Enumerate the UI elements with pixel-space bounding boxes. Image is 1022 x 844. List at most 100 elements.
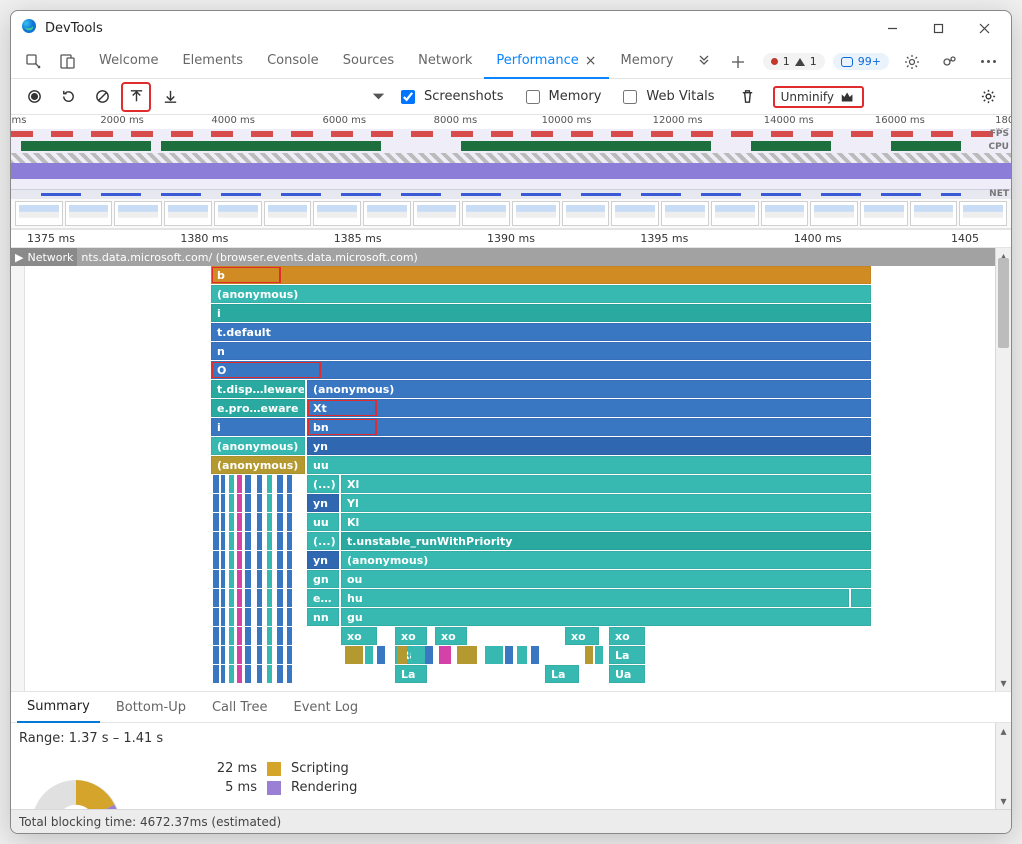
flame-bar[interactable]	[397, 646, 407, 664]
flame-bar[interactable]: i	[211, 304, 871, 322]
filmstrip-frame[interactable]	[114, 201, 162, 226]
minimize-button[interactable]	[869, 12, 915, 44]
flame-bar[interactable]: b	[211, 266, 871, 284]
flame-bar[interactable]: e…	[307, 589, 339, 607]
feedback-icon[interactable]	[935, 47, 965, 77]
filmstrip-frame[interactable]	[711, 201, 759, 226]
flame-bar[interactable]: uu	[307, 513, 339, 531]
flame-bar[interactable]: (anonymous)	[211, 456, 305, 474]
flame-bar[interactable]	[851, 589, 871, 607]
flame-bar[interactable]: t.default	[211, 323, 871, 341]
flame-bar[interactable]: Xl	[341, 475, 871, 493]
webvitals-checkbox[interactable]: Web Vitals	[619, 87, 714, 107]
flame-bar[interactable]: hu	[341, 589, 849, 607]
flame-bar[interactable]: n	[211, 342, 871, 360]
filmstrip-frame[interactable]	[661, 201, 709, 226]
messages-badge[interactable]: 99+	[833, 53, 889, 70]
flame-bar[interactable]: t.unstable_runWithPriority	[341, 532, 871, 550]
close-button[interactable]	[961, 12, 1007, 44]
new-tab-icon[interactable]	[723, 47, 753, 77]
flame-bar[interactable]: t.disp…leware	[211, 380, 305, 398]
details-tab-call-tree[interactable]: Call Tree	[202, 691, 278, 723]
flame-bar[interactable]: La	[609, 646, 645, 664]
flame-bar[interactable]: xo	[341, 627, 377, 645]
capture-settings-dropdown-icon[interactable]	[363, 82, 393, 112]
filmstrip-frame[interactable]	[214, 201, 262, 226]
flame-scrollbar[interactable]: ▴ ▾	[995, 248, 1011, 691]
tab-performance[interactable]: Performance×	[484, 45, 608, 79]
more-tabs-icon[interactable]	[689, 47, 719, 77]
detail-timeline-ruler[interactable]: 1375 ms1380 ms1385 ms1390 ms1395 ms1400 …	[11, 230, 1011, 248]
filmstrip-frame[interactable]	[512, 201, 560, 226]
flame-bar[interactable]: Yl	[341, 494, 871, 512]
filmstrip-frame[interactable]	[910, 201, 958, 226]
flame-bar[interactable]: gn	[307, 570, 339, 588]
flame-bar[interactable]	[345, 646, 363, 664]
filmstrip-frame[interactable]	[264, 201, 312, 226]
flame-bar[interactable]: (...)	[307, 532, 339, 550]
filmstrip-frame[interactable]	[611, 201, 659, 226]
flame-bar[interactable]: (...)	[307, 475, 339, 493]
flame-bar[interactable]	[531, 646, 539, 664]
maximize-button[interactable]	[915, 12, 961, 44]
filmstrip-frame[interactable]	[313, 201, 361, 226]
filmstrip-frame[interactable]	[363, 201, 411, 226]
filmstrip-frame[interactable]	[462, 201, 510, 226]
record-button[interactable]	[19, 82, 49, 112]
capture-settings-gear-icon[interactable]	[973, 82, 1003, 112]
filmstrip-frame[interactable]	[959, 201, 1007, 226]
flame-bar[interactable]: (anonymous)	[341, 551, 871, 569]
filmstrip-frame[interactable]	[562, 201, 610, 226]
clear-button[interactable]	[87, 82, 117, 112]
reload-record-button[interactable]	[53, 82, 83, 112]
flame-bar[interactable]: xo	[565, 627, 599, 645]
flame-bar[interactable]: xo	[435, 627, 467, 645]
flame-bar[interactable]: nn	[307, 608, 339, 626]
load-profile-button[interactable]	[121, 82, 151, 112]
filmstrip-frame[interactable]	[15, 201, 63, 226]
flame-bar[interactable]	[595, 646, 603, 664]
filmstrip-frame[interactable]	[761, 201, 809, 226]
flame-bar[interactable]: (anonymous)	[307, 380, 871, 398]
screenshots-checkbox[interactable]: Screenshots	[397, 87, 504, 107]
device-emulation-icon[interactable]	[53, 47, 83, 77]
flame-bar[interactable]	[457, 646, 477, 664]
flame-bar[interactable]: Xt	[307, 399, 871, 417]
details-tab-summary[interactable]: Summary	[17, 691, 100, 723]
filmstrip-frame[interactable]	[860, 201, 908, 226]
delete-button[interactable]	[733, 82, 763, 112]
flame-bar[interactable]	[585, 646, 593, 664]
details-tab-event-log[interactable]: Event Log	[283, 691, 368, 723]
flame-bar[interactable]: xo	[395, 627, 427, 645]
filmstrip-frame[interactable]	[65, 201, 113, 226]
flame-bar[interactable]	[517, 646, 527, 664]
more-options-icon[interactable]	[973, 47, 1003, 77]
flame-bar[interactable]: xo	[609, 627, 645, 645]
flame-bar[interactable]: La	[545, 665, 579, 683]
flame-bar[interactable]	[505, 646, 513, 664]
flame-bar[interactable]: bn	[307, 418, 871, 436]
issues-badge[interactable]: 1 1	[763, 53, 825, 70]
inspect-element-icon[interactable]	[19, 47, 49, 77]
flame-bar[interactable]: yn	[307, 494, 339, 512]
memory-checkbox[interactable]: Memory	[522, 87, 602, 107]
save-profile-button[interactable]	[155, 82, 185, 112]
details-tab-bottom-up[interactable]: Bottom-Up	[106, 691, 196, 723]
flame-bar[interactable]	[365, 646, 373, 664]
flame-bar[interactable]: gu	[341, 608, 871, 626]
close-tab-icon[interactable]: ×	[585, 53, 597, 69]
filmstrip-frame[interactable]	[164, 201, 212, 226]
summary-scrollbar[interactable]: ▴▾	[995, 723, 1011, 809]
flame-bar[interactable]	[485, 646, 503, 664]
settings-gear-icon[interactable]	[897, 47, 927, 77]
network-track-header[interactable]: ▶ Network nts.data.microsoft.com/ (brows…	[11, 248, 995, 266]
flame-bar[interactable]	[411, 646, 421, 664]
flame-bar[interactable]: uu	[307, 456, 871, 474]
flame-bar[interactable]: (anonymous)	[211, 437, 305, 455]
flame-bar[interactable]: O	[211, 361, 871, 379]
flame-bar[interactable]: e.pro…eware	[211, 399, 305, 417]
flame-bar[interactable]: Kl	[341, 513, 871, 531]
tab-sources[interactable]: Sources	[331, 45, 406, 79]
flame-bar[interactable]: yn	[307, 551, 339, 569]
scrollbar-thumb[interactable]	[998, 258, 1009, 348]
